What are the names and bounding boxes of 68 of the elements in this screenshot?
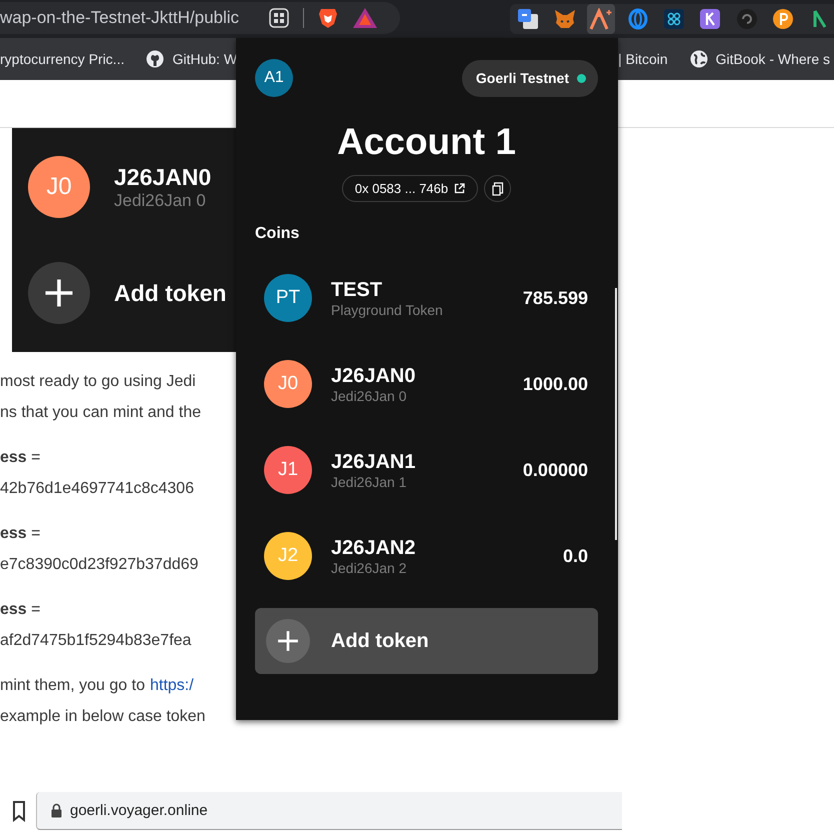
external-link-icon	[454, 183, 466, 194]
peak-icon[interactable]	[589, 8, 614, 30]
token-row[interactable]: J2 J26JAN2 Jedi26Jan 2 0.0	[255, 513, 598, 599]
token-name: Playground Token	[331, 302, 443, 318]
token-amount: 785.599	[522, 288, 588, 308]
coin-icon[interactable]	[772, 8, 794, 30]
network-button[interactable]: Goerli Testnet	[462, 60, 598, 96]
token-avatar: J2	[264, 532, 312, 580]
body-text: most ready to go using Jedi	[0, 372, 196, 392]
url-field[interactable]: goerli.voyager.online	[36, 792, 622, 830]
token-symbol: J26JAN1	[331, 450, 416, 474]
token-symbol: TEST	[331, 278, 384, 302]
slash-icon[interactable]	[812, 8, 827, 30]
token-symbol: J26JAN2	[331, 536, 416, 560]
token-avatar: J0	[28, 156, 90, 218]
body-text: e7c8390c0d23f927b37dd69	[0, 555, 198, 575]
copy-icon	[492, 182, 504, 196]
globe-icon	[690, 50, 708, 68]
bookmark-link[interactable]: ryptocurrency Pric...	[0, 51, 124, 67]
body-text: example in below case token	[0, 707, 206, 727]
loops-icon[interactable]	[662, 8, 685, 30]
address-button[interactable]: 0x 0583 ... 746b	[342, 175, 478, 202]
account-title: Account 1	[336, 121, 517, 163]
token-avatar: J0	[264, 360, 312, 408]
token-row[interactable]: J1 J26JAN1 Jedi26Jan 1 0.00000	[255, 427, 598, 513]
apps-icon[interactable]	[269, 8, 289, 28]
body-text: mint them, you go to	[0, 676, 145, 696]
token-amount: 1000.00	[522, 374, 588, 394]
section-heading: Coins	[255, 225, 300, 243]
body-text: ess =	[0, 448, 40, 468]
bookmark-link[interactable]: | Bitcoin	[618, 51, 668, 67]
swirl-icon[interactable]	[736, 8, 758, 30]
bookmark-icon[interactable]	[12, 800, 26, 822]
bookmark-link[interactable]: GitHub: W	[146, 50, 238, 68]
token-amount: 0.0	[562, 546, 588, 566]
ring-icon[interactable]	[626, 8, 649, 30]
token-avatar: J1	[264, 446, 312, 494]
body-text: 42b76d1e4697741c8c4306	[0, 479, 194, 499]
lion-icon[interactable]	[318, 7, 338, 29]
body-text: ess =	[0, 524, 40, 544]
plus-icon	[277, 630, 299, 652]
scrollbar[interactable]	[615, 288, 617, 540]
token-symbol: J26JAN0	[331, 364, 416, 388]
token-symbol: J26JAN0	[114, 164, 212, 190]
body-text: ess =	[0, 600, 40, 620]
token-name: Jedi26Jan 0	[114, 190, 207, 210]
account-avatar[interactable]: A1	[255, 59, 293, 97]
fox-icon[interactable]	[554, 9, 576, 29]
add-token-label: Add token	[114, 280, 226, 306]
add-token-button[interactable]: Add token	[255, 608, 598, 674]
token-name: Jedi26Jan 2	[331, 560, 408, 576]
copy-button[interactable]	[484, 175, 512, 202]
lock-icon	[51, 803, 62, 818]
body-text: af2d7475b1f5294b83e7fea	[0, 631, 192, 651]
square-icon[interactable]	[699, 8, 722, 30]
token-name: Jedi26Jan 1	[331, 474, 408, 490]
text-link[interactable]: https:/	[150, 670, 194, 701]
body-text: ns that you can mint and the	[0, 403, 202, 423]
token-amount: 0.00000	[522, 460, 588, 480]
translate-icon[interactable]	[517, 8, 540, 30]
address-bar[interactable]: wap-on-the-Testnet-JkttH/public	[0, 2, 400, 34]
bookmark-link[interactable]: GitBook - Where s	[690, 50, 830, 68]
triangle-icon[interactable]	[352, 7, 378, 29]
plus-icon	[44, 278, 74, 308]
token-name: Jedi26Jan 0	[331, 388, 408, 404]
token-row[interactable]: J0 J26JAN0 Jedi26Jan 0 1000.00	[255, 341, 598, 427]
token-row[interactable]: PT TEST Playground Token 785.599	[255, 255, 598, 341]
token-avatar: PT	[264, 274, 312, 322]
